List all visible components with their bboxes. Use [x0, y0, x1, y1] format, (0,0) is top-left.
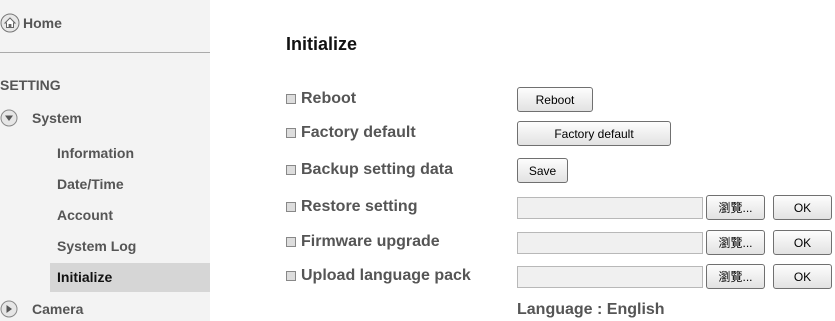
language-pack-browse-button[interactable]: 瀏覽... — [706, 264, 765, 289]
sidebar: Home SETTING System Information Date/Tim… — [0, 0, 210, 321]
row-factory-default: Factory default Factory default — [286, 121, 835, 147]
language-pack-ok-button[interactable]: OK — [773, 264, 832, 289]
bullet-icon — [286, 94, 296, 104]
row-upload-language-pack: Upload language pack 瀏覽... OK — [286, 264, 835, 290]
restore-file-input[interactable] — [517, 197, 703, 219]
restore-ok-button[interactable]: OK — [773, 195, 832, 220]
expand-right-icon — [0, 300, 18, 318]
bullet-icon — [286, 271, 296, 281]
language-pack-file-input[interactable] — [517, 266, 703, 288]
page-title: Initialize — [286, 34, 358, 54]
restore-browse-button[interactable]: 瀏覽... — [706, 195, 765, 220]
reboot-button[interactable]: Reboot — [517, 87, 593, 112]
sidebar-item-initialize[interactable]: Initialize — [50, 263, 210, 292]
current-language-text: Language : English — [517, 301, 665, 318]
sidebar-divider — [0, 52, 210, 53]
bullet-icon — [286, 202, 296, 212]
sidebar-item-initialize-label: Initialize — [57, 269, 113, 285]
bullet-icon — [286, 237, 296, 247]
home-link[interactable]: Home — [0, 10, 62, 36]
expand-down-icon — [0, 109, 18, 127]
firmware-ok-button[interactable]: OK — [773, 230, 832, 255]
factory-default-button[interactable]: Factory default — [517, 121, 671, 146]
sidebar-group-camera[interactable]: Camera — [0, 300, 83, 318]
firmware-file-input[interactable] — [517, 232, 703, 254]
row-backup-setting: Backup setting data Save — [286, 158, 835, 184]
row-firmware-upgrade: Firmware upgrade 瀏覽... OK — [286, 230, 835, 256]
firmware-upgrade-label: Firmware upgrade — [301, 233, 440, 250]
sidebar-group-system[interactable]: System — [0, 109, 82, 127]
firmware-browse-button[interactable]: 瀏覽... — [706, 230, 765, 255]
sidebar-item-information[interactable]: Information — [57, 145, 134, 161]
reboot-label: Reboot — [301, 90, 357, 107]
sidebar-item-system-log[interactable]: System Log — [57, 238, 136, 254]
row-restore-setting: Restore setting 瀏覽... OK — [286, 195, 835, 221]
save-button[interactable]: Save — [517, 158, 568, 183]
upload-language-pack-label: Upload language pack — [301, 267, 471, 284]
restore-setting-label: Restore setting — [301, 198, 418, 215]
home-label: Home — [23, 15, 62, 31]
sidebar-group-camera-label: Camera — [32, 301, 84, 317]
sidebar-group-system-label: System — [32, 110, 82, 126]
bullet-icon — [286, 128, 296, 138]
home-icon — [0, 13, 20, 33]
factory-default-label: Factory default — [301, 124, 416, 141]
row-reboot: Reboot Reboot — [286, 87, 835, 113]
sidebar-item-date-time[interactable]: Date/Time — [57, 176, 124, 192]
section-title-setting: SETTING — [0, 77, 61, 93]
backup-setting-label: Backup setting data — [301, 161, 454, 178]
sidebar-item-account[interactable]: Account — [57, 207, 113, 223]
bullet-icon — [286, 165, 296, 175]
